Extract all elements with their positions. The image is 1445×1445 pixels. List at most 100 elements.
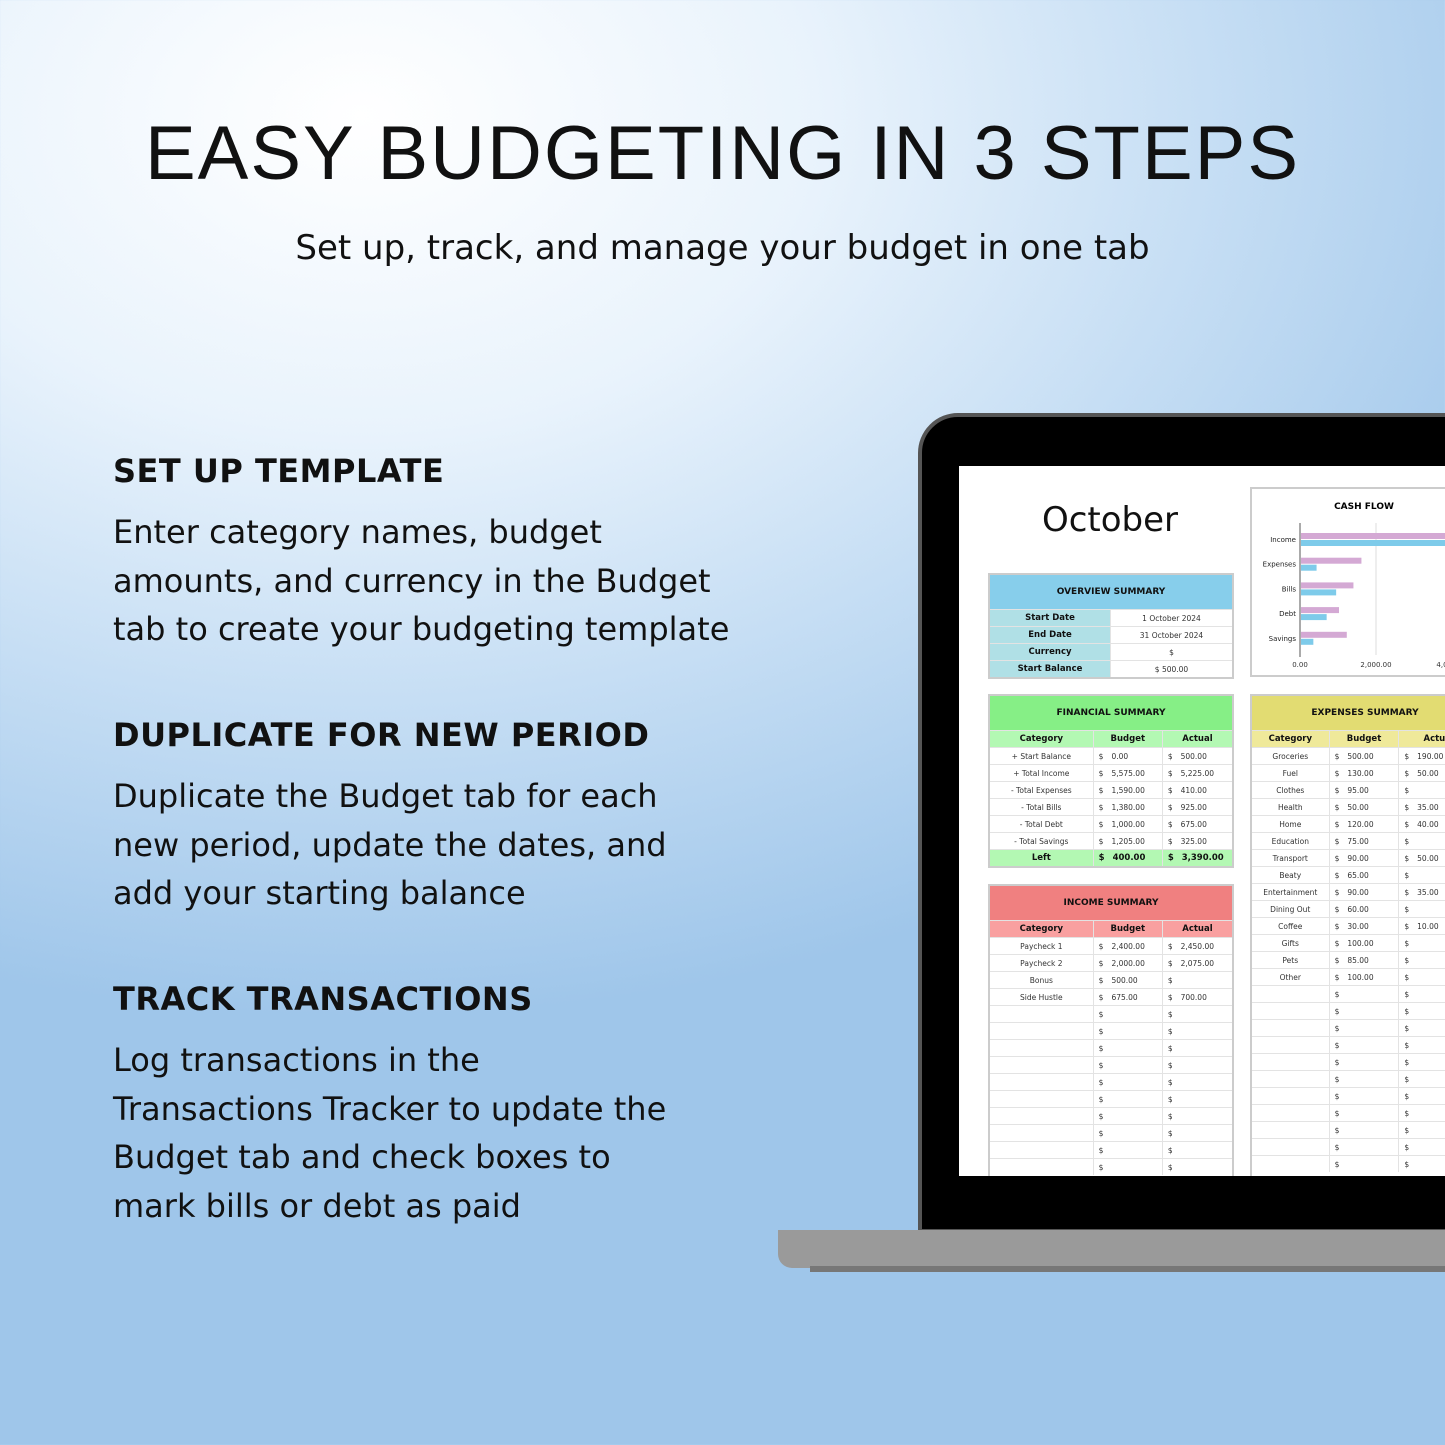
actual-cell[interactable]: $	[1399, 935, 1445, 951]
category-cell[interactable]	[990, 1142, 1094, 1158]
category-cell[interactable]	[990, 1074, 1094, 1090]
actual-cell[interactable]: $	[1163, 1006, 1232, 1022]
actual-cell[interactable]: $	[1399, 969, 1445, 985]
category-cell[interactable]: + Total Income	[990, 765, 1094, 781]
actual-cell[interactable]: $925.00	[1163, 799, 1232, 815]
category-cell[interactable]	[1252, 1139, 1330, 1155]
actual-cell[interactable]: $	[1399, 1054, 1445, 1070]
budget-cell[interactable]: $130.00	[1330, 765, 1400, 781]
category-cell[interactable]: - Total Expenses	[990, 782, 1094, 798]
category-cell[interactable]	[990, 1057, 1094, 1073]
budget-cell[interactable]: $	[1330, 1037, 1400, 1053]
actual-cell[interactable]: $	[1163, 1125, 1232, 1141]
budget-cell[interactable]: $	[1330, 1156, 1400, 1172]
actual-cell[interactable]: $	[1163, 1091, 1232, 1107]
budget-cell[interactable]: $	[1094, 1040, 1163, 1056]
actual-cell[interactable]: $700.00	[1163, 989, 1232, 1005]
category-cell[interactable]: Side Hustle	[990, 989, 1094, 1005]
category-cell[interactable]	[990, 1040, 1094, 1056]
budget-cell[interactable]: $500.00	[1330, 748, 1400, 764]
category-cell[interactable]: Pets	[1252, 952, 1330, 968]
actual-cell[interactable]: $	[1163, 1142, 1232, 1158]
category-cell[interactable]: Health	[1252, 799, 1330, 815]
category-cell[interactable]: Paycheck 2	[990, 955, 1094, 971]
actual-cell[interactable]: $675.00	[1163, 816, 1232, 832]
budget-cell[interactable]: $	[1094, 1142, 1163, 1158]
budget-cell[interactable]: $	[1330, 986, 1400, 1002]
budget-cell[interactable]: $1,205.00	[1094, 833, 1163, 849]
budget-cell[interactable]: $1,380.00	[1094, 799, 1163, 815]
budget-cell[interactable]: $	[1094, 1023, 1163, 1039]
category-cell[interactable]: Beaty	[1252, 867, 1330, 883]
overview-value[interactable]: 1 October 2024	[1111, 610, 1232, 626]
budget-cell[interactable]: $90.00	[1330, 884, 1400, 900]
budget-cell[interactable]: $	[1094, 1125, 1163, 1141]
budget-cell[interactable]: $	[1330, 1020, 1400, 1036]
category-cell[interactable]: Transport	[1252, 850, 1330, 866]
actual-cell[interactable]: $	[1163, 1159, 1232, 1175]
actual-cell[interactable]: $	[1399, 1003, 1445, 1019]
actual-cell[interactable]: $	[1399, 833, 1445, 849]
actual-cell[interactable]: $	[1399, 1139, 1445, 1155]
actual-cell[interactable]: $500.00	[1163, 748, 1232, 764]
category-cell[interactable]: Dining Out	[1252, 901, 1330, 917]
category-cell[interactable]	[990, 1159, 1094, 1175]
category-cell[interactable]	[990, 1091, 1094, 1107]
category-cell[interactable]: Gifts	[1252, 935, 1330, 951]
budget-cell[interactable]: $120.00	[1330, 816, 1400, 832]
budget-cell[interactable]: $50.00	[1330, 799, 1400, 815]
actual-cell[interactable]: $40.00	[1399, 816, 1445, 832]
budget-cell[interactable]: $	[1330, 1003, 1400, 1019]
budget-cell[interactable]: $	[1330, 1139, 1400, 1155]
overview-value[interactable]: $ 500.00	[1111, 661, 1232, 677]
category-cell[interactable]: Paycheck 1	[990, 938, 1094, 954]
category-cell[interactable]: Clothes	[1252, 782, 1330, 798]
category-cell[interactable]	[1252, 986, 1330, 1002]
actual-cell[interactable]: $	[1163, 1108, 1232, 1124]
actual-cell[interactable]: $	[1399, 986, 1445, 1002]
actual-cell[interactable]: $35.00	[1399, 884, 1445, 900]
actual-cell[interactable]: $10.00	[1399, 918, 1445, 934]
budget-cell[interactable]: $	[1094, 1074, 1163, 1090]
category-cell[interactable]: + Start Balance	[990, 748, 1094, 764]
actual-cell[interactable]: $	[1399, 1156, 1445, 1172]
budget-cell[interactable]: $	[1330, 1071, 1400, 1087]
category-cell[interactable]	[990, 1023, 1094, 1039]
actual-cell[interactable]: $325.00	[1163, 833, 1232, 849]
budget-cell[interactable]: $5,575.00	[1094, 765, 1163, 781]
category-cell[interactable]: - Total Savings	[990, 833, 1094, 849]
actual-cell[interactable]: $	[1399, 1071, 1445, 1087]
category-cell[interactable]: Entertainment	[1252, 884, 1330, 900]
budget-cell[interactable]: $100.00	[1330, 935, 1400, 951]
budget-cell[interactable]: $2,400.00	[1094, 938, 1163, 954]
category-cell[interactable]: - Total Debt	[990, 816, 1094, 832]
actual-cell[interactable]: $	[1399, 1088, 1445, 1104]
category-cell[interactable]	[990, 1006, 1094, 1022]
budget-cell[interactable]: $500.00	[1094, 972, 1163, 988]
budget-cell[interactable]: $90.00	[1330, 850, 1400, 866]
budget-cell[interactable]: $	[1094, 1006, 1163, 1022]
budget-cell[interactable]: $	[1330, 1122, 1400, 1138]
category-cell[interactable]	[1252, 1156, 1330, 1172]
category-cell[interactable]	[1252, 1037, 1330, 1053]
budget-cell[interactable]: $400.00	[1094, 850, 1163, 866]
budget-cell[interactable]: $	[1330, 1105, 1400, 1121]
category-cell[interactable]	[1252, 1105, 1330, 1121]
actual-cell[interactable]: $	[1399, 952, 1445, 968]
budget-cell[interactable]: $30.00	[1330, 918, 1400, 934]
actual-cell[interactable]: $	[1399, 1105, 1445, 1121]
category-cell[interactable]: - Total Bills	[990, 799, 1094, 815]
actual-cell[interactable]: $	[1163, 1074, 1232, 1090]
budget-cell[interactable]: $	[1094, 1108, 1163, 1124]
actual-cell[interactable]: $2,075.00	[1163, 955, 1232, 971]
category-cell[interactable]: Groceries	[1252, 748, 1330, 764]
category-cell[interactable]: Bonus	[990, 972, 1094, 988]
budget-cell[interactable]: $	[1330, 1054, 1400, 1070]
category-cell[interactable]: Home	[1252, 816, 1330, 832]
actual-cell[interactable]: $2,450.00	[1163, 938, 1232, 954]
actual-cell[interactable]: $50.00	[1399, 850, 1445, 866]
budget-cell[interactable]: $75.00	[1330, 833, 1400, 849]
budget-cell[interactable]: $100.00	[1330, 969, 1400, 985]
actual-cell[interactable]: $	[1163, 972, 1232, 988]
actual-cell[interactable]: $	[1399, 901, 1445, 917]
